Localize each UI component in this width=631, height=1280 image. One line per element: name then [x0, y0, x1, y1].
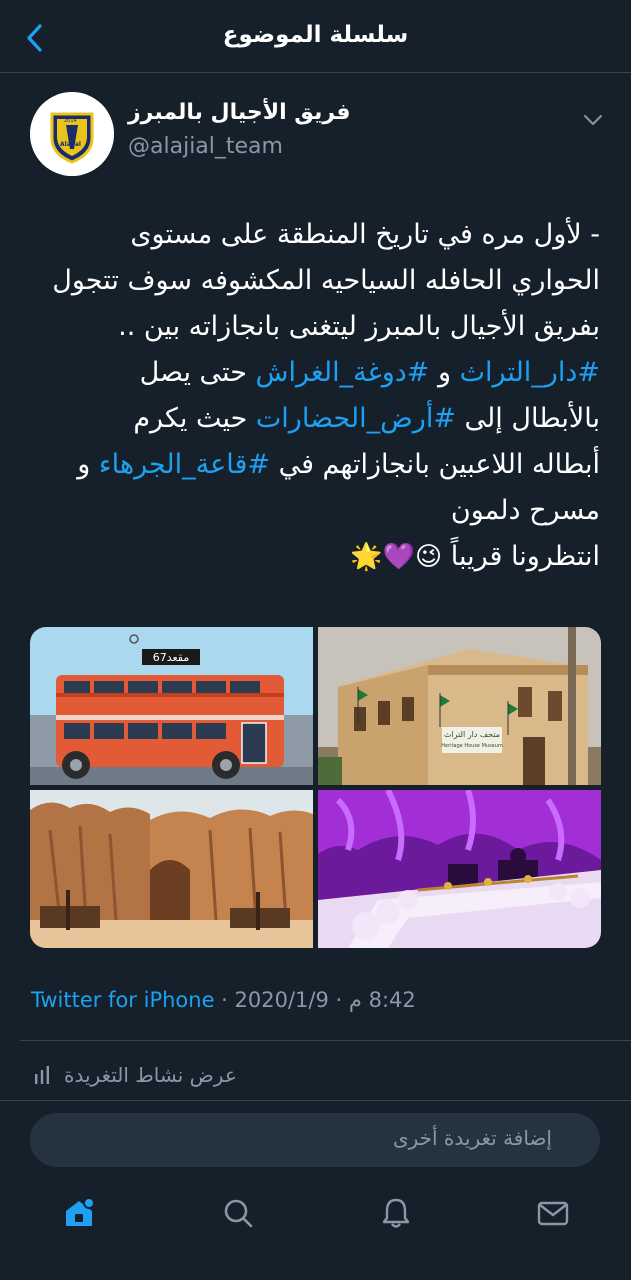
- view-tweet-activity-button[interactable]: عرض نشاط التغريدة: [34, 1060, 237, 1090]
- bell-icon: [382, 1198, 410, 1228]
- hashtag-link[interactable]: #دار_التراث: [460, 357, 600, 388]
- view-tweet-activity-label: عرض نشاط التغريدة: [64, 1063, 237, 1087]
- divider: [20, 1040, 631, 1041]
- banquet-hall-photo: [318, 790, 601, 948]
- tweet-text-fragment: حيث يكرم: [133, 403, 256, 434]
- tweet-line: بفريق الأجيال بالمبرز ليتغنى بانجازاته ب…: [118, 311, 600, 342]
- tweet-text-fragment: و: [77, 449, 99, 480]
- tweet-text-fragment: انتظرونا قريباً: [442, 541, 600, 572]
- emoji-group: 😉💜🌟: [350, 542, 443, 572]
- tweet-text-fragment: أبطاله اللاعبين بانجازاتهم في: [269, 449, 600, 480]
- rock-canyon-photo: [30, 790, 313, 948]
- team-logo: 2014 Alajial: [30, 92, 114, 176]
- tab-home[interactable]: [62, 1196, 96, 1230]
- media-grid: 67مقعد متحف دار التراث Heritage House Mu…: [30, 627, 601, 948]
- media-image-bus[interactable]: 67مقعد: [30, 627, 313, 785]
- tweet-date: 2020/1/9: [234, 988, 329, 1012]
- tweet-line: بالأبطال إلى #أرض_الحضارات حيث يكرم: [26, 396, 600, 442]
- meta-separator: ·: [214, 988, 235, 1012]
- page-title: سلسلة الموضوع: [222, 22, 409, 48]
- tweet-text-fragment: و: [429, 357, 460, 388]
- tweet-text-fragment: حتى يصل: [139, 357, 256, 388]
- add-tweet-placeholder: إضافة تغريدة أخرى: [392, 1126, 552, 1150]
- hashtag-link[interactable]: #أرض_الحضارات: [256, 403, 456, 434]
- home-icon: [66, 1197, 95, 1226]
- media-image-heritage-house[interactable]: متحف دار التراث Heritage House Museum: [318, 627, 601, 785]
- tweet-line: انتظرونا قريباً 😉💜🌟: [26, 534, 600, 580]
- tab-notifications[interactable]: [379, 1196, 413, 1230]
- media-image-banquet-hall[interactable]: [318, 790, 601, 948]
- bottom-bar: إضافة تغريدة أخرى: [0, 1100, 631, 1280]
- author-display-name[interactable]: فريق الأجيال بالمبرز: [128, 100, 428, 125]
- add-tweet-input[interactable]: إضافة تغريدة أخرى: [30, 1113, 600, 1167]
- tab-messages[interactable]: [536, 1196, 570, 1230]
- more-options-button[interactable]: [582, 112, 604, 128]
- tweet-time: 8:42 م: [348, 988, 416, 1012]
- tweet-line: #دار_التراث و #دوغة_الغراش حتى يصل: [26, 350, 600, 396]
- tweet-line: أبطاله اللاعبين بانجازاتهم في #قاعة_الجر…: [26, 442, 600, 488]
- svg-text:Alajial: Alajial: [60, 141, 81, 148]
- bar-chart-icon: [35, 1066, 49, 1084]
- tweet-source-link[interactable]: Twitter for iPhone: [31, 988, 215, 1012]
- tweet-line: - لأول مره في تاريخ المنطقة على مستوى: [130, 219, 600, 250]
- search-icon: [224, 1199, 253, 1228]
- tweet-line: مسرح دلمون: [450, 495, 600, 526]
- meta-separator: ·: [328, 988, 349, 1012]
- svg-text:67مقعد: 67مقعد: [153, 651, 190, 664]
- heritage-house-photo: متحف دار التراث Heritage House Museum: [318, 627, 601, 785]
- bus-illustration: 67مقعد: [30, 627, 313, 785]
- tweet-text: - لأول مره في تاريخ المنطقة على مستوى ال…: [26, 212, 600, 580]
- svg-text:متحف دار التراث: متحف دار التراث: [444, 730, 500, 739]
- hashtag-link[interactable]: #قاعة_الجرهاء: [99, 449, 270, 480]
- mail-icon: [537, 1201, 569, 1226]
- tweet-line: الحواري الحافله السياحيه المكشوفه سوف تت…: [52, 265, 600, 296]
- top-bar: سلسلة الموضوع: [0, 0, 631, 73]
- tweet-text-fragment: بالأبطال إلى: [455, 403, 600, 434]
- svg-text:2014: 2014: [64, 118, 77, 124]
- tweet-meta: Twitter for iPhone · 2020/1/9 · 8:42 م: [31, 988, 416, 1012]
- tweet-thread-screen: سلسلة الموضوع 2014 Alajial فريق الأجيال …: [0, 0, 631, 1280]
- chevron-down-icon: [584, 115, 602, 125]
- author-handle[interactable]: @alajial_team: [128, 134, 283, 159]
- tab-search[interactable]: [221, 1196, 255, 1230]
- hashtag-link[interactable]: #دوغة_الغراش: [255, 357, 429, 388]
- svg-text:Heritage House Museum: Heritage House Museum: [441, 743, 503, 749]
- media-image-rock-canyon[interactable]: [30, 790, 313, 948]
- avatar[interactable]: 2014 Alajial: [30, 92, 114, 176]
